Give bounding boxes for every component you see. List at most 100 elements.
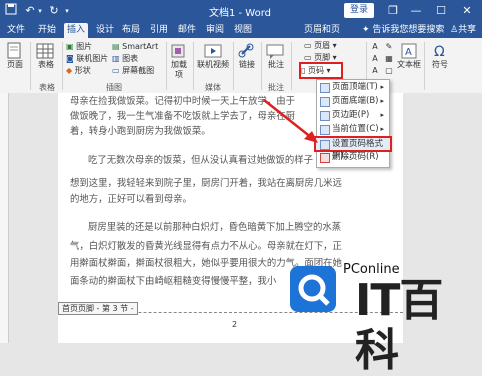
tab-header-footer[interactable]: 页眉和页脚 (300, 23, 344, 50)
maximize-icon[interactable]: ☐ (430, 2, 452, 20)
ribbon-divider (261, 42, 262, 90)
picture-icon: ▣ (66, 42, 74, 51)
comment-button[interactable]: 批注 (264, 42, 288, 70)
links-label: 链接 (239, 60, 255, 69)
header-icon: ▭ (304, 41, 312, 50)
wordart-icon[interactable]: A (370, 54, 380, 64)
table-button[interactable]: 表格 (34, 42, 58, 70)
login-button[interactable]: 登录 (344, 3, 374, 18)
date-time-icon[interactable]: ▦ (384, 54, 394, 64)
tell-me-box[interactable]: ✦ 告诉我您想要搜索 (362, 23, 444, 38)
paragraph-line: 厨房里装的还是以前那种白炽灯，昏色暗黄下加上腾空的水蒸 (88, 222, 342, 233)
links-button[interactable]: 链接 (236, 42, 258, 70)
dropcap-icon[interactable]: A (370, 66, 380, 76)
group-label-table: 表格 (39, 83, 55, 92)
person-icon: ♙ (450, 25, 459, 35)
object-icon[interactable]: ▢ (384, 66, 394, 76)
submenu-arrow-icon: ▸ (380, 83, 384, 91)
chart-button[interactable]: ▥ 图表 (112, 54, 162, 64)
annotation-arrow-icon (263, 99, 318, 143)
footer-label: 页脚 (314, 53, 331, 62)
menu-item-top-of-page[interactable]: 页面顶端(T) ▸ (316, 81, 388, 93)
menu-item-page-margins[interactable]: 页边距(P) ▸ (316, 109, 388, 121)
page-number-button[interactable]: ▯ 页码 ▾ (299, 62, 343, 79)
tab-view[interactable]: 视图 (232, 23, 254, 38)
save-icon[interactable] (4, 3, 18, 19)
online-picture-label: 联机图片 (76, 54, 109, 63)
svg-text:A: A (405, 47, 412, 58)
restore-icon[interactable]: ❐ (382, 2, 404, 20)
ribbon-divider (193, 42, 194, 90)
comment-label: 批注 (268, 60, 284, 69)
close-icon[interactable]: ✕ (456, 2, 478, 20)
paragraph-line: 气，白炽灯散发的昏黄光线显得有点力不从心。母亲就在灯下，正 (70, 241, 342, 252)
text-box-button[interactable]: A 文本框 (396, 42, 422, 70)
chart-label: 图表 (122, 54, 139, 63)
svg-text:Ω: Ω (434, 44, 445, 60)
tell-me-label: 告诉我您想要搜索 (372, 25, 445, 35)
submenu-arrow-icon: ▸ (380, 125, 384, 133)
group-label-illustrations: 插图 (106, 83, 122, 92)
globe-picture-icon: ◙ (66, 54, 74, 63)
symbol-label: 符号 (432, 60, 448, 69)
tab-layout[interactable]: 布局 (120, 23, 142, 38)
paragraph-line: 想到这里，我轻轻来到院子里，厨房门开着，我站在离厨房几米远 (70, 178, 342, 189)
ribbon-divider (30, 42, 31, 90)
addins-button[interactable]: 加载项 (168, 42, 190, 80)
shapes-button[interactable]: ◆ 形状 (66, 66, 112, 76)
tab-insert[interactable]: 插入 (64, 23, 88, 38)
menu-item-label: 删除页码(R) (332, 152, 379, 162)
title-bar: ↶ ▾ ↻ ▾ 文档1 - Word 登录 ❐ — ☐ ✕ (0, 0, 482, 22)
group-label-media: 媒体 (205, 83, 221, 92)
header-label: 页眉 (314, 41, 331, 50)
online-video-button[interactable]: 联机视频 (196, 42, 230, 70)
undo-dropdown-icon[interactable]: ▾ (36, 3, 44, 19)
minimize-icon[interactable]: — (405, 2, 427, 20)
submenu-arrow-icon: ▸ (380, 111, 384, 119)
header-button[interactable]: ▭ 页眉 ▾ (304, 41, 344, 51)
tab-review[interactable]: 审阅 (204, 23, 226, 38)
paragraph-line: 用擀面杖擀面，擀面杖很粗大，她似乎要用很大的力气。面团在她 (70, 258, 342, 269)
chart-icon: ▥ (112, 54, 120, 63)
menu-item-bottom-of-page[interactable]: 页面底端(B) ▸ (316, 95, 388, 107)
screenshot-icon: ▭ (112, 66, 120, 75)
shapes-icon: ◆ (66, 66, 73, 75)
picture-label: 图片 (76, 42, 93, 51)
table-label: 表格 (38, 60, 54, 69)
page-number-label: 页码 (307, 66, 324, 75)
paragraph-line: 的地方，正好可以看到母亲。 (70, 194, 192, 205)
tab-home[interactable]: 开始 (36, 23, 58, 38)
lightbulb-icon: ✦ (362, 25, 370, 35)
tab-mailings[interactable]: 邮件 (176, 23, 198, 38)
ribbon-divider (233, 42, 234, 90)
page-number-icon: ▯ (301, 66, 306, 75)
tab-design[interactable]: 设计 (94, 23, 116, 38)
smartart-button[interactable]: ▤ SmartArt (112, 42, 162, 52)
menu-item-label: 页边距(P) (332, 110, 370, 120)
undo-icon[interactable]: ↶ (24, 3, 36, 19)
symbol-button[interactable]: Ω 符号 (426, 42, 454, 70)
online-video-label: 联机视频 (197, 60, 229, 69)
page-button[interactable]: 页面 (4, 42, 26, 70)
screenshot-button[interactable]: ▭ 屏幕截图 (112, 66, 166, 76)
customize-toolbar-icon[interactable]: ▾ (62, 3, 72, 19)
ribbon-divider (424, 42, 425, 90)
page-top-icon (320, 83, 330, 93)
quick-parts-icon[interactable]: A (370, 42, 380, 52)
tab-file[interactable]: 文件 (6, 23, 26, 38)
share-button[interactable]: ♙共享 (450, 23, 476, 38)
signature-icon[interactable]: ✎ (384, 42, 394, 52)
footer-section-tag: 首页页脚 - 第 3 节 - (58, 302, 138, 315)
redo-icon[interactable]: ↻ (48, 3, 60, 19)
tab-references[interactable]: 引用 (148, 23, 170, 38)
picture-button[interactable]: ▣ 图片 (66, 42, 112, 52)
menu-item-current-position[interactable]: 当前位置(C) ▸ (316, 123, 388, 135)
online-picture-button[interactable]: ◙ 联机图片 (66, 54, 116, 64)
ribbon-divider (291, 42, 292, 90)
menu-item-format-page-numbers[interactable]: 设置页码格式(F)... (314, 136, 392, 161)
screenshot-label: 屏幕截图 (122, 66, 155, 75)
window-title: 文档1 - Word (208, 8, 272, 19)
page-number-field[interactable]: 2 (232, 320, 237, 329)
group-label-comments: 批注 (268, 83, 284, 92)
menu-item-remove-page-numbers[interactable]: 删除页码(R) (316, 151, 388, 163)
